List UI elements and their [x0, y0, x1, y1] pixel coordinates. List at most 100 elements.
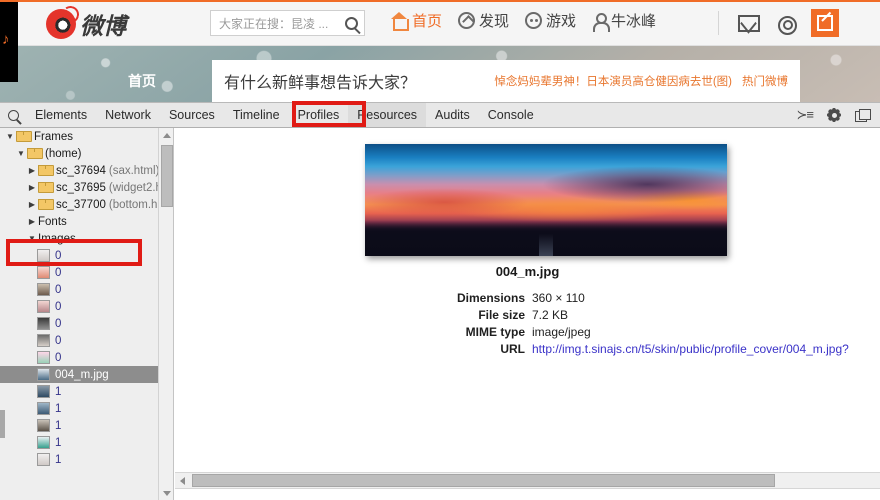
composer-prompt[interactable]: 有什么新鲜事想告诉大家？	[224, 69, 416, 93]
devtools-tab-elements[interactable]: Elements	[26, 103, 96, 127]
search-input[interactable]: 大家正在搜：昆凌 ...	[219, 15, 345, 32]
tree-item-image[interactable]: 1	[0, 434, 173, 451]
tree-item-image[interactable]: 0	[0, 315, 173, 332]
resource-tree: ▼ Frames ▼ (home) ▶ sc_37694 (sax.html) ▶ sc_376…	[0, 128, 173, 468]
devtools-tab-audits[interactable]: Audits	[426, 103, 479, 127]
twisty-collapsed-icon[interactable]: ▶	[26, 217, 38, 226]
scroll-down-arrow[interactable]	[159, 486, 173, 500]
toolbar-divider	[718, 11, 719, 35]
devtools-toolbar: Elements Network Sources Timeline Profiles Re…	[0, 102, 880, 128]
tree-item-fonts[interactable]: ▶ Fonts	[0, 213, 173, 230]
tree-item-sc-37694[interactable]: ▶ sc_37694 (sax.html)	[0, 162, 173, 179]
nav-label: 发现	[479, 13, 510, 30]
devtools-tab-sources[interactable]: Sources	[160, 103, 224, 127]
twisty-expanded-icon[interactable]: ▼	[26, 234, 38, 243]
settings-icon[interactable]	[776, 14, 797, 35]
scroll-left-arrow[interactable]	[175, 473, 190, 489]
folder-icon	[38, 199, 54, 210]
user-icon	[592, 12, 611, 32]
tree-item-sc-37695[interactable]: ▶ sc_37695 (widget2.h...	[0, 179, 173, 196]
tree-item-image[interactable]: 0	[0, 349, 173, 366]
tree-item-image[interactable]: 004_m.jpg	[0, 366, 173, 383]
tree-item-label: 0	[55, 300, 62, 313]
sidebar-scroll-thumb[interactable]	[161, 145, 173, 207]
tree-item-image[interactable]: 0	[0, 264, 173, 281]
image-thumbnail-icon	[37, 266, 50, 279]
settings-gear-icon[interactable]	[827, 108, 841, 122]
devtools-tab-timeline[interactable]: Timeline	[224, 103, 289, 127]
inspect-icon	[7, 109, 19, 121]
tree-item-image[interactable]: 1	[0, 417, 173, 434]
tree-item-label: sc_37694	[56, 164, 106, 177]
tree-item-label: 0	[55, 351, 62, 364]
devtools-tab-profiles[interactable]: Profiles	[289, 103, 349, 127]
cover-home-label: 首页	[128, 73, 156, 89]
metadata-key: Dimensions	[456, 291, 525, 305]
twisty-collapsed-icon[interactable]: ▶	[26, 166, 38, 175]
twisty-collapsed-icon[interactable]: ▶	[26, 183, 38, 192]
screen: 首页 ♪ 微博 大家正在搜：昆凌 ... 首页 发现 游戏 牛冰峰 有什么新鲜事…	[0, 0, 880, 500]
tree-item-label: 1	[55, 453, 62, 466]
devtools-tab-resources[interactable]: Resources	[348, 103, 427, 127]
twisty-collapsed-icon[interactable]: ▶	[26, 200, 38, 209]
weibo-logo-text: 微博	[80, 14, 126, 39]
twisty-expanded-icon[interactable]: ▼	[4, 132, 16, 141]
devtools-tab-network[interactable]: Network	[96, 103, 160, 127]
inspect-element-button[interactable]	[0, 109, 26, 121]
nav-item-home[interactable]: 首页	[390, 10, 442, 31]
devtools-toolbar-right: ≻≡	[797, 107, 880, 123]
content-horizontal-scrollbar[interactable]	[175, 472, 880, 488]
tree-item-image[interactable]: 0	[0, 298, 173, 315]
nav-item-games[interactable]: 游戏	[525, 10, 576, 31]
image-thumbnail-icon	[37, 419, 50, 432]
tree-item-label: Fonts	[38, 215, 67, 228]
tree-item-label: 1	[55, 402, 62, 415]
tree-item-images[interactable]: ▼ Images	[0, 230, 173, 247]
tree-item-label: 0	[55, 334, 62, 347]
dock-mode-icon[interactable]	[855, 108, 871, 122]
tree-item-frames[interactable]: ▼ Frames	[0, 128, 173, 145]
nav-item-profile[interactable]: 牛冰峰	[592, 10, 657, 32]
trending-link[interactable]: 热门微博	[742, 73, 788, 89]
composer-panel: 有什么新鲜事想告诉大家？ 悼念妈妈辈男神！日本演员高仓健因病去世(图) 热门微博	[212, 60, 800, 102]
resources-sidebar[interactable]: ▼ Frames ▼ (home) ▶ sc_37694 (sax.html) ▶ sc_376…	[0, 128, 174, 500]
tree-item-label: Frames	[34, 130, 73, 143]
devtools-tab-console[interactable]: Console	[479, 103, 543, 127]
search-icon[interactable]	[345, 16, 358, 30]
trending-headline[interactable]: 悼念妈妈辈男神！日本演员高仓健因病去世(图)	[494, 73, 732, 89]
folder-icon	[16, 131, 32, 142]
scroll-up-arrow[interactable]	[159, 128, 173, 142]
sidebar-vertical-scrollbar[interactable]	[158, 128, 173, 500]
weibo-nav: 首页 发现 游戏 牛冰峰	[390, 10, 657, 32]
devtools-body: ▼ Frames ▼ (home) ▶ sc_37694 (sax.html) ▶ sc_376…	[0, 128, 880, 500]
compose-icon[interactable]	[811, 9, 839, 37]
nav-item-discover[interactable]: 发现	[458, 10, 509, 31]
tree-item-label: 1	[55, 385, 62, 398]
sidebar-splitter-handle[interactable]	[0, 410, 5, 438]
tree-item-image[interactable]: 0	[0, 247, 173, 264]
left-black-strip: ♪	[0, 2, 18, 82]
tree-item-sc-37700[interactable]: ▶ sc_37700 (bottom.h...	[0, 196, 173, 213]
tree-item-image[interactable]: 1	[0, 400, 173, 417]
metadata-row: File size 7.2 KB	[175, 307, 880, 324]
tree-item-image[interactable]: 1	[0, 451, 173, 468]
game-icon	[525, 12, 543, 29]
weibo-logo[interactable]: 微博	[46, 7, 126, 41]
nav-label: 牛冰峰	[611, 13, 657, 30]
twisty-expanded-icon[interactable]: ▼	[15, 149, 27, 158]
tree-item-label: Images	[38, 232, 76, 245]
tree-item-image[interactable]: 1	[0, 383, 173, 400]
nav-label: 首页	[412, 13, 443, 30]
mail-icon[interactable]	[738, 14, 760, 32]
pencil-glyph	[817, 15, 833, 31]
content-scroll-thumb[interactable]	[192, 474, 775, 487]
search-box[interactable]: 大家正在搜：昆凌 ...	[210, 10, 365, 36]
tree-item-image[interactable]: 0	[0, 281, 173, 298]
metadata-url-link[interactable]: http://img.t.sinajs.cn/t5/skin/public/pr…	[532, 341, 849, 358]
drawer-toggle-icon[interactable]: ≻≡	[797, 107, 815, 123]
tree-item-image[interactable]: 0	[0, 332, 173, 349]
metadata-row: URL http://img.t.sinajs.cn/t5/skin/public…	[175, 341, 880, 358]
metadata-key: File size	[478, 308, 525, 322]
tree-item-label: 0	[55, 283, 62, 296]
tree-item-home[interactable]: ▼ (home)	[0, 145, 173, 162]
